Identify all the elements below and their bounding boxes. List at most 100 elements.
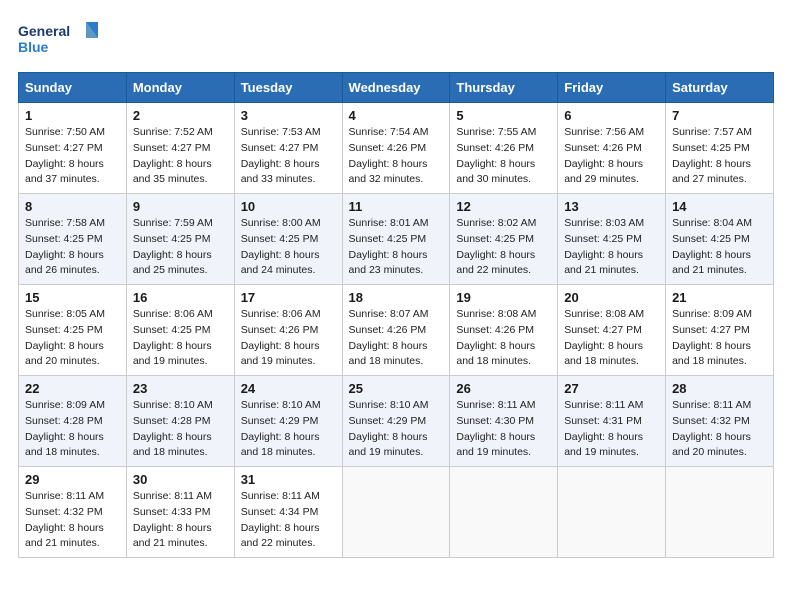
calendar-cell: 5 Sunrise: 7:55 AMSunset: 4:26 PMDaylight…: [450, 103, 558, 194]
calendar-cell: 17 Sunrise: 8:06 AMSunset: 4:26 PMDayligh…: [234, 285, 342, 376]
day-number: 31: [241, 472, 336, 487]
day-info: Sunrise: 7:55 AMSunset: 4:26 PMDaylight:…: [456, 125, 551, 188]
day-number: 27: [564, 381, 659, 396]
calendar-cell: 30 Sunrise: 8:11 AMSunset: 4:33 PMDayligh…: [126, 467, 234, 558]
day-number: 24: [241, 381, 336, 396]
day-info: Sunrise: 8:10 AMSunset: 4:29 PMDaylight:…: [349, 398, 444, 461]
calendar-cell: 13 Sunrise: 8:03 AMSunset: 4:25 PMDayligh…: [558, 194, 666, 285]
svg-text:Blue: Blue: [18, 39, 49, 55]
calendar-cell: 29 Sunrise: 8:11 AMSunset: 4:32 PMDayligh…: [19, 467, 127, 558]
calendar-cell: [342, 467, 450, 558]
weekday-header-friday: Friday: [558, 73, 666, 103]
day-number: 1: [25, 108, 120, 123]
calendar-cell: 27 Sunrise: 8:11 AMSunset: 4:31 PMDayligh…: [558, 376, 666, 467]
header: General Blue: [18, 18, 774, 62]
day-number: 6: [564, 108, 659, 123]
day-number: 19: [456, 290, 551, 305]
calendar-cell: 6Sunrise: 7:56 AMSunset: 4:26 PMDaylight…: [558, 103, 666, 194]
calendar-cell: [558, 467, 666, 558]
calendar-cell: 3 Sunrise: 7:53 AMSunset: 4:27 PMDaylight…: [234, 103, 342, 194]
day-info: Sunrise: 8:11 AMSunset: 4:32 PMDaylight:…: [672, 398, 767, 461]
day-number: 13: [564, 199, 659, 214]
day-info: Sunrise: 8:06 AMSunset: 4:26 PMDaylight:…: [241, 307, 336, 370]
day-number: 15: [25, 290, 120, 305]
day-info: Sunrise: 8:05 AMSunset: 4:25 PMDaylight:…: [25, 307, 120, 370]
day-number: 11: [349, 199, 444, 214]
day-info: Sunrise: 8:11 AMSunset: 4:33 PMDaylight:…: [133, 489, 228, 552]
weekday-header-tuesday: Tuesday: [234, 73, 342, 103]
day-info: Sunrise: 7:59 AMSunset: 4:25 PMDaylight:…: [133, 216, 228, 279]
day-number: 3: [241, 108, 336, 123]
weekday-header-wednesday: Wednesday: [342, 73, 450, 103]
weekday-header-saturday: Saturday: [666, 73, 774, 103]
day-number: 9: [133, 199, 228, 214]
calendar-cell: 8 Sunrise: 7:58 AMSunset: 4:25 PMDaylight…: [19, 194, 127, 285]
day-number: 26: [456, 381, 551, 396]
day-info: Sunrise: 8:09 AMSunset: 4:27 PMDaylight:…: [672, 307, 767, 370]
day-number: 18: [349, 290, 444, 305]
day-info: Sunrise: 7:58 AMSunset: 4:25 PMDaylight:…: [25, 216, 120, 279]
generalblue-logo: General Blue: [18, 18, 98, 62]
day-info: Sunrise: 8:10 AMSunset: 4:28 PMDaylight:…: [133, 398, 228, 461]
calendar-cell: 16 Sunrise: 8:06 AMSunset: 4:25 PMDayligh…: [126, 285, 234, 376]
calendar-cell: 11Sunrise: 8:01 AMSunset: 4:25 PMDayligh…: [342, 194, 450, 285]
day-info: Sunrise: 8:00 AMSunset: 4:25 PMDaylight:…: [241, 216, 336, 279]
day-info: Sunrise: 7:53 AMSunset: 4:27 PMDaylight:…: [241, 125, 336, 188]
calendar-cell: 22 Sunrise: 8:09 AMSunset: 4:28 PMDayligh…: [19, 376, 127, 467]
weekday-header-monday: Monday: [126, 73, 234, 103]
day-number: 30: [133, 472, 228, 487]
day-info: Sunrise: 8:11 AMSunset: 4:34 PMDaylight:…: [241, 489, 336, 552]
day-number: 12: [456, 199, 551, 214]
day-number: 29: [25, 472, 120, 487]
day-info: Sunrise: 8:10 AMSunset: 4:29 PMDaylight:…: [241, 398, 336, 461]
day-info: Sunrise: 8:11 AMSunset: 4:32 PMDaylight:…: [25, 489, 120, 552]
calendar-cell: 1Sunrise: 7:50 AMSunset: 4:27 PMDaylight…: [19, 103, 127, 194]
day-info: Sunrise: 8:11 AMSunset: 4:30 PMDaylight:…: [456, 398, 551, 461]
day-number: 7: [672, 108, 767, 123]
day-info: Sunrise: 8:08 AMSunset: 4:27 PMDaylight:…: [564, 307, 659, 370]
page: General Blue SundayMondayTuesdayWednesda…: [0, 0, 792, 612]
calendar-cell: 12 Sunrise: 8:02 AMSunset: 4:25 PMDayligh…: [450, 194, 558, 285]
calendar-cell: 25 Sunrise: 8:10 AMSunset: 4:29 PMDayligh…: [342, 376, 450, 467]
day-number: 23: [133, 381, 228, 396]
day-info: Sunrise: 7:57 AMSunset: 4:25 PMDaylight:…: [672, 125, 767, 188]
day-number: 10: [241, 199, 336, 214]
day-info: Sunrise: 8:03 AMSunset: 4:25 PMDaylight:…: [564, 216, 659, 279]
day-number: 4: [349, 108, 444, 123]
day-number: 14: [672, 199, 767, 214]
day-info: Sunrise: 8:08 AMSunset: 4:26 PMDaylight:…: [456, 307, 551, 370]
calendar-cell: 14Sunrise: 8:04 AMSunset: 4:25 PMDayligh…: [666, 194, 774, 285]
day-number: 2: [133, 108, 228, 123]
day-info: Sunrise: 8:02 AMSunset: 4:25 PMDaylight:…: [456, 216, 551, 279]
calendar-cell: 9 Sunrise: 7:59 AMSunset: 4:25 PMDaylight…: [126, 194, 234, 285]
svg-text:General: General: [18, 23, 70, 39]
day-info: Sunrise: 8:11 AMSunset: 4:31 PMDaylight:…: [564, 398, 659, 461]
calendar-cell: 10 Sunrise: 8:00 AMSunset: 4:25 PMDayligh…: [234, 194, 342, 285]
day-number: 5: [456, 108, 551, 123]
weekday-header-sunday: Sunday: [19, 73, 127, 103]
calendar-cell: 15 Sunrise: 8:05 AMSunset: 4:25 PMDayligh…: [19, 285, 127, 376]
calendar-cell: [450, 467, 558, 558]
day-info: Sunrise: 7:52 AMSunset: 4:27 PMDaylight:…: [133, 125, 228, 188]
day-info: Sunrise: 8:07 AMSunset: 4:26 PMDaylight:…: [349, 307, 444, 370]
calendar-cell: 26 Sunrise: 8:11 AMSunset: 4:30 PMDayligh…: [450, 376, 558, 467]
calendar-cell: 20 Sunrise: 8:08 AMSunset: 4:27 PMDayligh…: [558, 285, 666, 376]
calendar-cell: 21Sunrise: 8:09 AMSunset: 4:27 PMDayligh…: [666, 285, 774, 376]
day-number: 8: [25, 199, 120, 214]
calendar-cell: 19 Sunrise: 8:08 AMSunset: 4:26 PMDayligh…: [450, 285, 558, 376]
calendar-cell: 7 Sunrise: 7:57 AMSunset: 4:25 PMDaylight…: [666, 103, 774, 194]
calendar-table: SundayMondayTuesdayWednesdayThursdayFrid…: [18, 72, 774, 558]
calendar-cell: 31 Sunrise: 8:11 AMSunset: 4:34 PMDayligh…: [234, 467, 342, 558]
day-number: 17: [241, 290, 336, 305]
day-number: 20: [564, 290, 659, 305]
calendar-cell: 28 Sunrise: 8:11 AMSunset: 4:32 PMDayligh…: [666, 376, 774, 467]
day-number: 16: [133, 290, 228, 305]
day-info: Sunrise: 8:09 AMSunset: 4:28 PMDaylight:…: [25, 398, 120, 461]
calendar-cell: 23 Sunrise: 8:10 AMSunset: 4:28 PMDayligh…: [126, 376, 234, 467]
day-info: Sunrise: 8:06 AMSunset: 4:25 PMDaylight:…: [133, 307, 228, 370]
day-number: 28: [672, 381, 767, 396]
calendar-cell: 24 Sunrise: 8:10 AMSunset: 4:29 PMDayligh…: [234, 376, 342, 467]
day-number: 25: [349, 381, 444, 396]
weekday-header-thursday: Thursday: [450, 73, 558, 103]
day-number: 22: [25, 381, 120, 396]
